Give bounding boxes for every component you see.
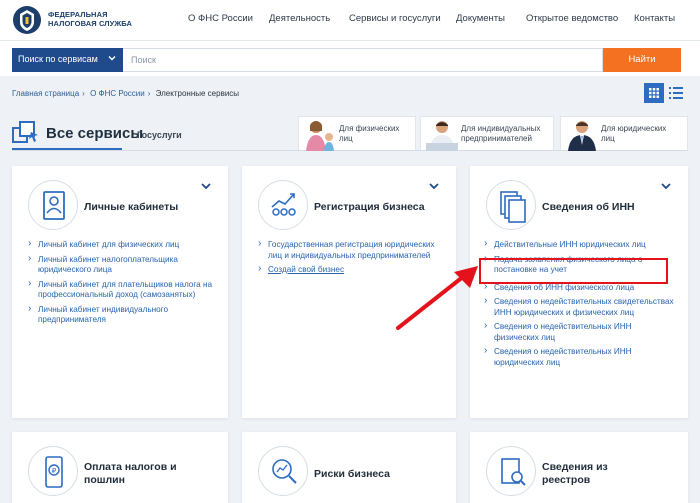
nav-activity[interactable]: Деятельность <box>269 13 330 24</box>
nav-contacts[interactable]: Контакты <box>634 13 675 24</box>
card-title-line2: реестров <box>542 474 591 486</box>
card-icon-frame <box>258 446 308 496</box>
link-create-business-text: Создай свой бизнес <box>268 265 345 274</box>
documents-stack-icon <box>500 191 526 223</box>
card-title-line1: Сведения из <box>542 461 608 473</box>
link-invalid-inn-individuals[interactable]: Сведения о недействительных ИНН физическ… <box>484 321 676 343</box>
card-icon-frame <box>28 180 78 230</box>
highlight-box <box>479 258 668 284</box>
tab-individuals[interactable]: Для физических лиц <box>298 116 416 151</box>
card-inn-info: Сведения об ИНН Действительные ИНН юриди… <box>470 166 688 418</box>
site-header: ФЕДЕРАЛЬНАЯ НАЛОГОВАЯ СЛУЖБА О ФНС Росси… <box>0 0 700 40</box>
link-state-registration[interactable]: Государственная регистрация юридических … <box>258 239 446 261</box>
card-title[interactable]: Риски бизнеса <box>314 468 390 481</box>
logo-line-1: ФЕДЕРАЛЬНАЯ <box>48 10 108 19</box>
card-link-list: Личный кабинет для физических лиц Личный… <box>28 239 218 330</box>
magnifier-chart-icon <box>272 459 297 484</box>
card-tax-payment: ₽ Оплата налогов и пошлин <box>12 432 228 503</box>
chevron-down-icon <box>108 56 116 61</box>
link-cabinet-selfemployed[interactable]: Личный кабинет для плательщиков налога н… <box>28 279 218 301</box>
tab-legal-entities[interactable]: Для юридических лиц <box>560 116 688 151</box>
card-title[interactable]: Личные кабинеты <box>84 201 178 214</box>
card-business-risks: Риски бизнеса <box>242 432 456 503</box>
card-icon-frame <box>486 180 536 230</box>
search-scope-select[interactable]: Поиск по сервисам <box>12 48 123 72</box>
tab-legal-line1: Для юридических <box>601 124 667 133</box>
logo-line-2: НАЛОГОВАЯ СЛУЖБА <box>48 19 132 28</box>
breadcrumb-about[interactable]: О ФНС России <box>90 89 145 98</box>
card-title-line1: Оплата налогов и <box>84 461 177 473</box>
tab-entrepreneurs-label: Для индивидуальных предпринимателей <box>461 124 540 144</box>
search-input[interactable] <box>123 48 603 72</box>
red-arrow-icon <box>396 266 478 330</box>
breadcrumb: Главная страница › О ФНС России › Электрон… <box>12 89 242 98</box>
card-icon-frame: ₽ <box>28 446 78 496</box>
chevron-right-icon: › <box>147 89 151 98</box>
grid-icon <box>649 88 659 98</box>
phone-ruble-icon: ₽ <box>45 456 63 488</box>
search-button[interactable]: Найти <box>603 48 681 72</box>
all-services-icon <box>12 121 38 143</box>
entrepreneur-photo-icon <box>426 121 458 151</box>
business-growth-icon <box>271 193 296 216</box>
card-title[interactable]: Сведения об ИНН <box>542 201 635 214</box>
person-document-icon <box>43 191 65 220</box>
tab-individuals-line1: Для физических <box>339 124 400 133</box>
chevron-down-icon[interactable] <box>660 180 672 192</box>
link-cabinet-entrepreneur[interactable]: Личный кабинет индивидуального предприни… <box>28 304 218 326</box>
nav-documents[interactable]: Документы <box>456 13 505 24</box>
nav-services[interactable]: Сервисы и госуслуги <box>349 13 441 24</box>
fns-emblem-icon[interactable] <box>12 5 42 35</box>
tab-entrepreneurs-line2: предпринимателей <box>461 134 532 143</box>
card-title[interactable]: Сведения из реестров <box>542 461 608 487</box>
tab-gosuslugi[interactable]: Госуслуги <box>137 130 182 140</box>
tab-legal-line2: лиц <box>601 134 615 143</box>
businessman-photo-icon <box>568 121 596 151</box>
tab-all-services[interactable]: Все сервисы <box>46 125 143 142</box>
card-personal-cabinets: Личные кабинеты Личный кабинет для физич… <box>12 166 228 418</box>
card-icon-frame <box>486 446 536 496</box>
breadcrumb-home[interactable]: Главная страница <box>12 89 79 98</box>
card-title[interactable]: Регистрация бизнеса <box>314 201 425 214</box>
tab-individuals-line2: лиц <box>339 134 353 143</box>
svg-text:₽: ₽ <box>52 467 57 475</box>
woman-photo-icon <box>306 121 334 151</box>
card-title-line2: пошлин <box>84 474 125 486</box>
search-bar: Поиск по сервисам Найти <box>0 40 700 76</box>
link-inn-individual[interactable]: Сведения об ИНН физического лица <box>484 282 676 294</box>
nav-about[interactable]: О ФНС России <box>188 13 253 24</box>
link-cabinet-legal[interactable]: Личный кабинет налогоплательщика юридиче… <box>28 254 218 276</box>
breadcrumb-eservices: Электронные сервисы <box>155 89 240 98</box>
chevron-down-icon[interactable] <box>200 180 212 192</box>
link-cabinet-individuals[interactable]: Личный кабинет для физических лиц <box>28 239 218 251</box>
card-registers: Сведения из реестров <box>470 432 688 503</box>
grid-view-button[interactable] <box>644 83 664 103</box>
nav-open-agency[interactable]: Открытое ведомство <box>526 13 618 24</box>
tab-legal-entities-label: Для юридических лиц <box>601 124 666 144</box>
site-logo-text[interactable]: ФЕДЕРАЛЬНАЯ НАЛОГОВАЯ СЛУЖБА <box>48 10 132 28</box>
list-view-icon[interactable] <box>669 85 683 101</box>
tab-entrepreneurs-line1: Для индивидуальных <box>461 124 541 133</box>
link-invalid-inn-legal[interactable]: Сведения о недействительных ИНН юридичес… <box>484 346 676 368</box>
chevron-right-icon: › <box>82 89 85 98</box>
link-valid-inn-legal[interactable]: Действительные ИНН юридических лиц <box>484 239 676 251</box>
tab-individuals-label: Для физических лиц <box>339 124 399 144</box>
registry-search-icon <box>501 458 526 486</box>
search-scope-label: Поиск по сервисам <box>18 54 98 64</box>
tab-entrepreneurs[interactable]: Для индивидуальных предпринимателей <box>420 116 554 151</box>
link-invalid-certificates[interactable]: Сведения о недействительных свидетельств… <box>484 296 676 318</box>
card-title[interactable]: Оплата налогов и пошлин <box>84 461 177 487</box>
card-icon-frame <box>258 180 308 230</box>
chevron-down-icon[interactable] <box>428 180 440 192</box>
